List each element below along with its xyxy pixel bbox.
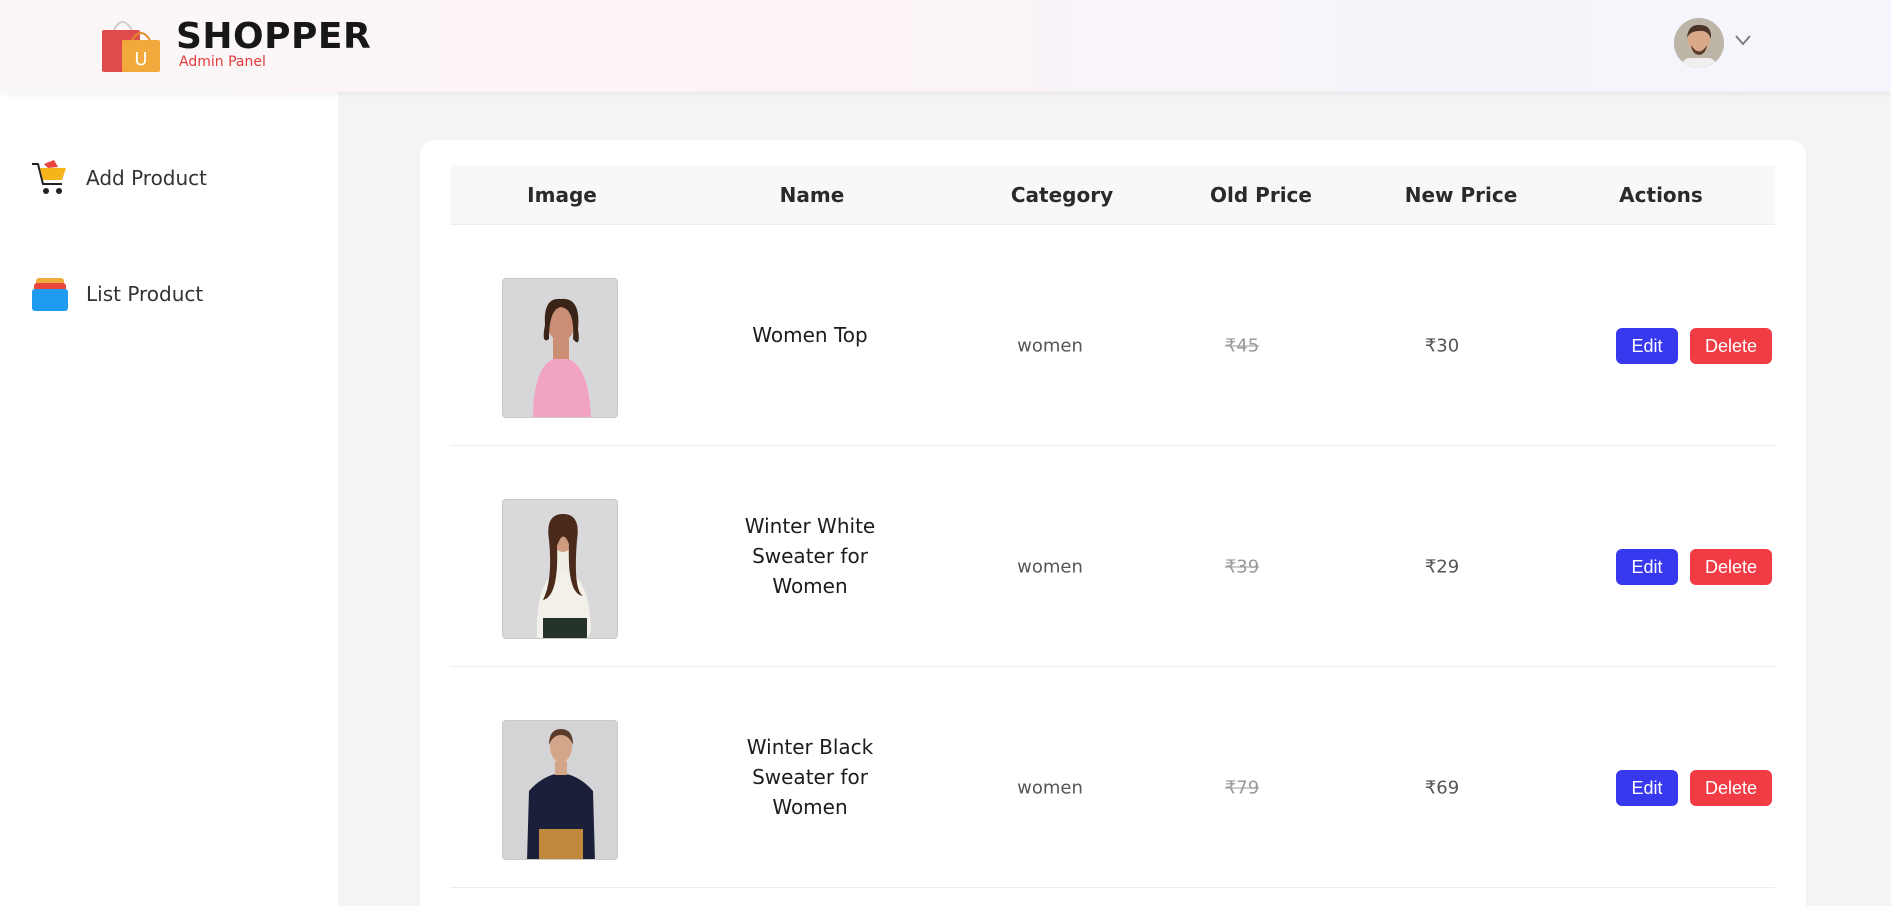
edit-button[interactable]: Edit (1616, 549, 1678, 585)
delete-button[interactable]: Delete (1690, 549, 1772, 585)
sidebar: Add Product List Product (0, 92, 338, 906)
column-header-old-price: Old Price (1210, 183, 1312, 207)
user-avatar[interactable] (1674, 18, 1724, 68)
cart-icon (32, 160, 66, 194)
column-header-category: Category (1010, 183, 1114, 207)
product-image (502, 278, 618, 418)
product-category: women (1017, 777, 1083, 799)
svg-text:U: U (134, 49, 147, 70)
chevron-down-icon[interactable] (1734, 34, 1752, 46)
sidebar-item-label: List Product (86, 282, 204, 306)
product-name: Winter Black Sweater for Women (746, 735, 874, 819)
table-header: Image Name Category Old Price New Price … (450, 165, 1775, 225)
column-header-new-price: New Price (1404, 183, 1518, 207)
top-header: U SHOPPER Admin Panel (0, 0, 1891, 92)
product-category: women (1017, 556, 1083, 578)
product-old-price: ₹79 (1224, 777, 1260, 799)
brand-subtitle: Admin Panel (179, 54, 266, 70)
sidebar-item-label: Add Product (86, 166, 208, 190)
brand-title: SHOPPER (176, 16, 372, 57)
product-name: Women Top (752, 323, 868, 347)
product-old-price: ₹39 (1224, 556, 1260, 578)
shopping-bag-icon: U (102, 21, 160, 72)
table-row: Women Top women ₹45 ₹30 Edit Delete (450, 225, 1775, 446)
table-row: Winter White Sweater for Women women ₹39… (450, 446, 1775, 667)
product-list-card: Image Name Category Old Price New Price … (420, 140, 1806, 906)
edit-button[interactable]: Edit (1616, 770, 1678, 806)
sidebar-item-list-product[interactable]: List Product (30, 272, 203, 316)
delete-button[interactable]: Delete (1690, 328, 1772, 364)
table-row: Winter Black Sweater for Women women ₹79… (450, 667, 1775, 888)
sidebar-item-add-product[interactable]: Add Product (30, 156, 207, 200)
edit-button[interactable]: Edit (1616, 328, 1678, 364)
stacked-list-icon (32, 278, 68, 311)
product-new-price: ₹29 (1424, 556, 1460, 578)
product-image (502, 499, 618, 639)
product-category: women (1017, 335, 1083, 357)
product-image (502, 720, 618, 860)
product-new-price: ₹69 (1424, 777, 1460, 799)
column-header-image: Image (527, 183, 597, 207)
delete-button[interactable]: Delete (1690, 770, 1772, 806)
column-header-actions: Actions (1619, 183, 1703, 207)
product-old-price: ₹45 (1224, 335, 1260, 357)
column-header-name: Name (779, 183, 845, 207)
product-new-price: ₹30 (1424, 335, 1460, 357)
product-name: Winter White Sweater for Women (744, 514, 876, 598)
